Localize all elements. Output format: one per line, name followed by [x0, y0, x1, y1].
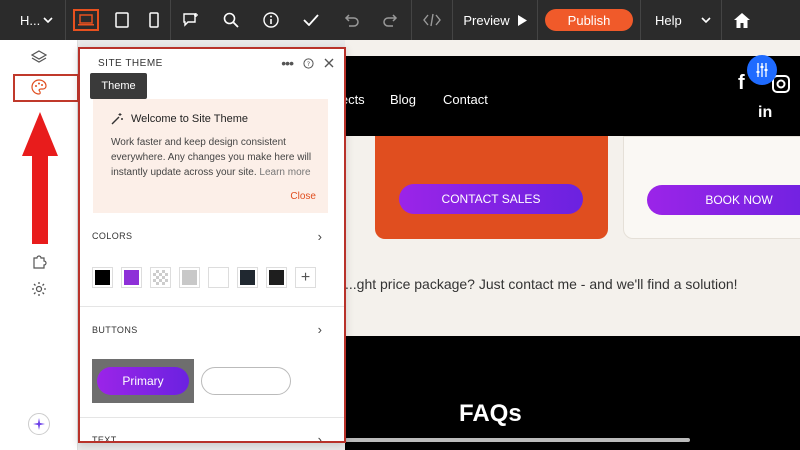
buttons-section-title[interactable]: BUTTONS	[92, 325, 138, 335]
theme-highlight-box	[13, 74, 79, 102]
nav-item-projects[interactable]: ...ects	[345, 92, 365, 107]
tablet-icon	[115, 12, 129, 28]
pricing-card-orange: CONTACT SALES	[375, 136, 608, 239]
swatch-light-gray[interactable]	[179, 267, 200, 288]
contact-sales-button[interactable]: CONTACT SALES	[399, 184, 583, 214]
pages-layers-button[interactable]	[30, 49, 48, 67]
redo-button[interactable]	[371, 0, 411, 40]
help-label: Help	[655, 12, 682, 28]
desktop-view-button[interactable]	[66, 0, 106, 40]
ai-assistant-button[interactable]	[28, 413, 50, 435]
welcome-card: Welcome to Site Theme Work faster and ke…	[93, 99, 328, 213]
faq-section	[345, 336, 800, 450]
search-icon	[223, 12, 239, 28]
section-divider	[80, 417, 344, 418]
comments-button[interactable]	[171, 0, 211, 40]
chevron-down-icon	[43, 17, 53, 23]
info-icon	[263, 12, 279, 28]
primary-button-sample[interactable]: Primary	[97, 367, 189, 395]
info-button[interactable]	[251, 0, 291, 40]
faq-heading: FAQs	[459, 400, 522, 427]
facebook-icon[interactable]: f	[738, 72, 745, 95]
editor-top-bar: H... Preview Publish Help	[0, 0, 800, 40]
nav-item-blog[interactable]: Blog	[390, 92, 416, 107]
swatch-charcoal[interactable]	[266, 267, 287, 288]
laptop-icon	[73, 9, 99, 31]
secondary-button-sample[interactable]	[201, 367, 291, 395]
swatch-transparent[interactable]	[150, 267, 171, 288]
settings-button[interactable]	[30, 280, 48, 298]
puzzle-icon	[33, 255, 47, 269]
welcome-close-button[interactable]: Close	[290, 191, 316, 202]
left-tool-rail	[0, 40, 79, 450]
site-header: ...ects Blog Contact f in	[345, 56, 800, 136]
comment-plus-icon	[183, 13, 198, 27]
swatch-dark-slate[interactable]	[237, 267, 258, 288]
gear-icon	[32, 282, 46, 296]
welcome-title: Welcome to Site Theme	[111, 113, 248, 125]
help-icon[interactable]: ?	[303, 57, 314, 69]
welcome-title-text: Welcome to Site Theme	[131, 113, 248, 125]
welcome-body: Work faster and keep design consistent e…	[111, 135, 316, 180]
add-color-button[interactable]: +	[295, 267, 316, 288]
redo-icon	[383, 14, 398, 27]
panel-title: SITE THEME	[98, 57, 163, 69]
color-swatches: +	[92, 267, 316, 288]
preview-label: Preview	[463, 12, 510, 28]
sparkle-icon	[33, 418, 45, 430]
mobile-view-button[interactable]	[138, 0, 170, 40]
learn-more-link[interactable]: Learn more	[259, 167, 310, 178]
publish-area: Publish	[538, 0, 640, 40]
linkedin-icon[interactable]: in	[758, 104, 772, 122]
chevron-down-icon	[701, 17, 711, 23]
text-section-title[interactable]: TEXT	[92, 435, 117, 441]
home-icon	[734, 12, 750, 28]
undo-button[interactable]	[331, 0, 371, 40]
red-arrow-annotation	[22, 112, 58, 244]
check-button[interactable]	[291, 0, 331, 40]
tablet-view-button[interactable]	[106, 0, 138, 40]
checkmark-icon	[303, 14, 319, 26]
publish-button[interactable]: Publish	[545, 9, 633, 31]
close-icon[interactable]	[324, 58, 334, 68]
undo-icon	[344, 14, 359, 27]
site-canvas: ...ects Blog Contact f in CONTACT SALES …	[345, 40, 800, 450]
code-button[interactable]	[412, 0, 452, 40]
pricing-card-white: BOOK NOW	[623, 136, 800, 239]
code-icon	[423, 13, 441, 27]
section-divider	[80, 306, 344, 307]
page-switcher[interactable]: H...	[0, 0, 66, 40]
chevron-right-icon[interactable]: ›	[318, 229, 322, 244]
customize-button[interactable]	[747, 55, 777, 85]
page-switcher-label: H...	[20, 12, 41, 28]
magic-wand-icon	[111, 113, 123, 125]
horizontal-scrollbar[interactable]	[345, 438, 690, 442]
theme-tooltip: Theme	[90, 73, 147, 99]
nav-item-contact[interactable]: Contact	[443, 92, 488, 107]
colors-section-title[interactable]: COLORS	[92, 231, 132, 241]
swatch-black[interactable]	[92, 267, 113, 288]
home-button[interactable]	[722, 0, 762, 40]
more-options-icon[interactable]: •••	[281, 55, 294, 71]
chevron-right-icon[interactable]: ›	[318, 322, 322, 337]
layers-icon	[31, 50, 47, 63]
swatch-purple[interactable]	[121, 267, 142, 288]
apps-button[interactable]	[30, 252, 48, 270]
sliders-icon	[756, 63, 768, 77]
book-now-button[interactable]: BOOK NOW	[647, 185, 800, 215]
mobile-icon	[149, 12, 159, 28]
swatch-white[interactable]	[208, 267, 229, 288]
pricing-note: ...ght price package? Just contact me - …	[345, 276, 738, 292]
help-menu[interactable]: Help	[640, 0, 722, 40]
chevron-right-icon[interactable]: ›	[318, 432, 322, 441]
svg-text:?: ?	[307, 59, 310, 67]
search-button[interactable]	[211, 0, 251, 40]
site-theme-panel: SITE THEME ••• ? Theme Welcome to Site T…	[78, 47, 346, 443]
preview-button[interactable]: Preview	[452, 0, 538, 40]
play-icon	[517, 14, 527, 26]
